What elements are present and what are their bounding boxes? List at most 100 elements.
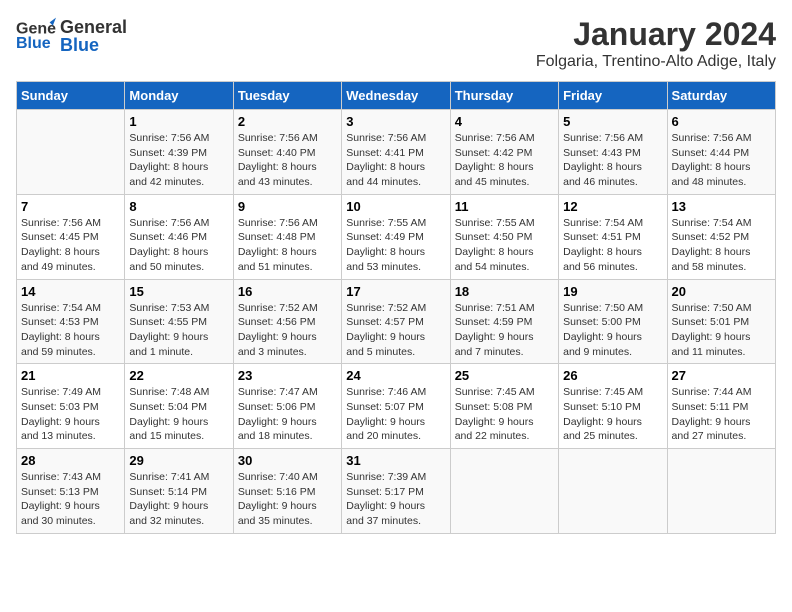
page-header: General Blue General Blue January 2024 F…: [16, 16, 776, 71]
day-info: Sunrise: 7:55 AM Sunset: 4:50 PM Dayligh…: [455, 216, 554, 275]
calendar-subtitle: Folgaria, Trentino-Alto Adige, Italy: [536, 53, 776, 71]
week-row-0: 1 Sunrise: 7:56 AM Sunset: 4:39 PM Daylig…: [17, 110, 776, 195]
header-cell-friday: Friday: [559, 82, 667, 110]
day-number: 27: [672, 368, 771, 383]
header-cell-saturday: Saturday: [667, 82, 775, 110]
header-cell-tuesday: Tuesday: [233, 82, 341, 110]
header-cell-wednesday: Wednesday: [342, 82, 450, 110]
day-info: Sunrise: 7:40 AM Sunset: 5:16 PM Dayligh…: [238, 470, 337, 529]
day-number: 5: [563, 114, 662, 129]
day-number: 17: [346, 284, 445, 299]
day-number: 4: [455, 114, 554, 129]
day-info: Sunrise: 7:39 AM Sunset: 5:17 PM Dayligh…: [346, 470, 445, 529]
day-number: 16: [238, 284, 337, 299]
svg-text:Blue: Blue: [16, 35, 51, 52]
day-info: Sunrise: 7:56 AM Sunset: 4:41 PM Dayligh…: [346, 131, 445, 190]
day-info: Sunrise: 7:43 AM Sunset: 5:13 PM Dayligh…: [21, 470, 120, 529]
day-cell: 16 Sunrise: 7:52 AM Sunset: 4:56 PM Dayli…: [233, 279, 341, 364]
day-cell: [667, 449, 775, 534]
logo-icon: General Blue: [16, 16, 56, 56]
day-cell: 4 Sunrise: 7:56 AM Sunset: 4:42 PM Daylig…: [450, 110, 558, 195]
day-info: Sunrise: 7:45 AM Sunset: 5:10 PM Dayligh…: [563, 385, 662, 444]
day-info: Sunrise: 7:48 AM Sunset: 5:04 PM Dayligh…: [129, 385, 228, 444]
day-cell: 19Sunrise: 7:50 AM Sunset: 5:00 PM Dayli…: [559, 279, 667, 364]
day-info: Sunrise: 7:51 AM Sunset: 4:59 PM Dayligh…: [455, 301, 554, 360]
day-number: 10: [346, 199, 445, 214]
day-number: 28: [21, 453, 120, 468]
day-info: Sunrise: 7:47 AM Sunset: 5:06 PM Dayligh…: [238, 385, 337, 444]
day-cell: 14Sunrise: 7:54 AM Sunset: 4:53 PM Dayli…: [17, 279, 125, 364]
day-info: Sunrise: 7:54 AM Sunset: 4:51 PM Dayligh…: [563, 216, 662, 275]
day-number: 24: [346, 368, 445, 383]
title-block: January 2024 Folgaria, Trentino-Alto Adi…: [536, 16, 776, 71]
logo-blue-text: Blue: [60, 36, 127, 54]
day-cell: 29 Sunrise: 7:41 AM Sunset: 5:14 PM Dayli…: [125, 449, 233, 534]
calendar-table: SundayMondayTuesdayWednesdayThursdayFrid…: [16, 81, 776, 534]
day-cell: 10 Sunrise: 7:55 AM Sunset: 4:49 PM Dayli…: [342, 194, 450, 279]
day-cell: 13Sunrise: 7:54 AM Sunset: 4:52 PM Dayli…: [667, 194, 775, 279]
header-cell-sunday: Sunday: [17, 82, 125, 110]
day-cell: 23Sunrise: 7:47 AM Sunset: 5:06 PM Dayli…: [233, 364, 341, 449]
day-number: 19: [563, 284, 662, 299]
day-number: 26: [563, 368, 662, 383]
day-cell: 21 Sunrise: 7:49 AM Sunset: 5:03 PM Dayli…: [17, 364, 125, 449]
day-info: Sunrise: 7:56 AM Sunset: 4:46 PM Dayligh…: [129, 216, 228, 275]
day-cell: 31 Sunrise: 7:39 AM Sunset: 5:17 PM Dayli…: [342, 449, 450, 534]
day-number: 31: [346, 453, 445, 468]
day-number: 21: [21, 368, 120, 383]
day-cell: 30 Sunrise: 7:40 AM Sunset: 5:16 PM Dayli…: [233, 449, 341, 534]
week-row-2: 14Sunrise: 7:54 AM Sunset: 4:53 PM Dayli…: [17, 279, 776, 364]
day-number: 6: [672, 114, 771, 129]
day-cell: 25 Sunrise: 7:45 AM Sunset: 5:08 PM Dayli…: [450, 364, 558, 449]
day-info: Sunrise: 7:56 AM Sunset: 4:43 PM Dayligh…: [563, 131, 662, 190]
logo-general-text: General: [60, 18, 127, 36]
header-row: SundayMondayTuesdayWednesdayThursdayFrid…: [17, 82, 776, 110]
day-cell: 17Sunrise: 7:52 AM Sunset: 4:57 PM Dayli…: [342, 279, 450, 364]
day-cell: 11Sunrise: 7:55 AM Sunset: 4:50 PM Dayli…: [450, 194, 558, 279]
header-cell-thursday: Thursday: [450, 82, 558, 110]
day-cell: 20Sunrise: 7:50 AM Sunset: 5:01 PM Dayli…: [667, 279, 775, 364]
day-cell: 5 Sunrise: 7:56 AM Sunset: 4:43 PM Daylig…: [559, 110, 667, 195]
day-number: 20: [672, 284, 771, 299]
day-info: Sunrise: 7:56 AM Sunset: 4:42 PM Dayligh…: [455, 131, 554, 190]
day-info: Sunrise: 7:41 AM Sunset: 5:14 PM Dayligh…: [129, 470, 228, 529]
day-number: 30: [238, 453, 337, 468]
day-number: 22: [129, 368, 228, 383]
day-info: Sunrise: 7:56 AM Sunset: 4:48 PM Dayligh…: [238, 216, 337, 275]
day-cell: 28 Sunrise: 7:43 AM Sunset: 5:13 PM Dayli…: [17, 449, 125, 534]
day-number: 15: [129, 284, 228, 299]
day-cell: 12 Sunrise: 7:54 AM Sunset: 4:51 PM Dayli…: [559, 194, 667, 279]
day-info: Sunrise: 7:53 AM Sunset: 4:55 PM Dayligh…: [129, 301, 228, 360]
day-number: 29: [129, 453, 228, 468]
day-cell: 2 Sunrise: 7:56 AM Sunset: 4:40 PM Daylig…: [233, 110, 341, 195]
day-info: Sunrise: 7:45 AM Sunset: 5:08 PM Dayligh…: [455, 385, 554, 444]
day-cell: 18 Sunrise: 7:51 AM Sunset: 4:59 PM Dayli…: [450, 279, 558, 364]
day-info: Sunrise: 7:54 AM Sunset: 4:52 PM Dayligh…: [672, 216, 771, 275]
day-number: 3: [346, 114, 445, 129]
day-info: Sunrise: 7:55 AM Sunset: 4:49 PM Dayligh…: [346, 216, 445, 275]
day-info: Sunrise: 7:44 AM Sunset: 5:11 PM Dayligh…: [672, 385, 771, 444]
day-number: 25: [455, 368, 554, 383]
day-cell: 9Sunrise: 7:56 AM Sunset: 4:48 PM Daylig…: [233, 194, 341, 279]
day-cell: 15 Sunrise: 7:53 AM Sunset: 4:55 PM Dayli…: [125, 279, 233, 364]
day-cell: [17, 110, 125, 195]
day-number: 7: [21, 199, 120, 214]
day-number: 18: [455, 284, 554, 299]
day-cell: 24Sunrise: 7:46 AM Sunset: 5:07 PM Dayli…: [342, 364, 450, 449]
day-info: Sunrise: 7:52 AM Sunset: 4:56 PM Dayligh…: [238, 301, 337, 360]
day-cell: 22 Sunrise: 7:48 AM Sunset: 5:04 PM Dayli…: [125, 364, 233, 449]
day-number: 1: [129, 114, 228, 129]
week-row-1: 7 Sunrise: 7:56 AM Sunset: 4:45 PM Daylig…: [17, 194, 776, 279]
calendar-title: January 2024: [536, 16, 776, 53]
day-cell: [450, 449, 558, 534]
day-number: 2: [238, 114, 337, 129]
day-info: Sunrise: 7:49 AM Sunset: 5:03 PM Dayligh…: [21, 385, 120, 444]
day-info: Sunrise: 7:56 AM Sunset: 4:45 PM Dayligh…: [21, 216, 120, 275]
day-cell: 8Sunrise: 7:56 AM Sunset: 4:46 PM Daylig…: [125, 194, 233, 279]
day-info: Sunrise: 7:56 AM Sunset: 4:40 PM Dayligh…: [238, 131, 337, 190]
day-number: 12: [563, 199, 662, 214]
day-cell: 3 Sunrise: 7:56 AM Sunset: 4:41 PM Daylig…: [342, 110, 450, 195]
day-info: Sunrise: 7:54 AM Sunset: 4:53 PM Dayligh…: [21, 301, 120, 360]
day-info: Sunrise: 7:56 AM Sunset: 4:39 PM Dayligh…: [129, 131, 228, 190]
logo-text: General Blue: [60, 18, 127, 54]
